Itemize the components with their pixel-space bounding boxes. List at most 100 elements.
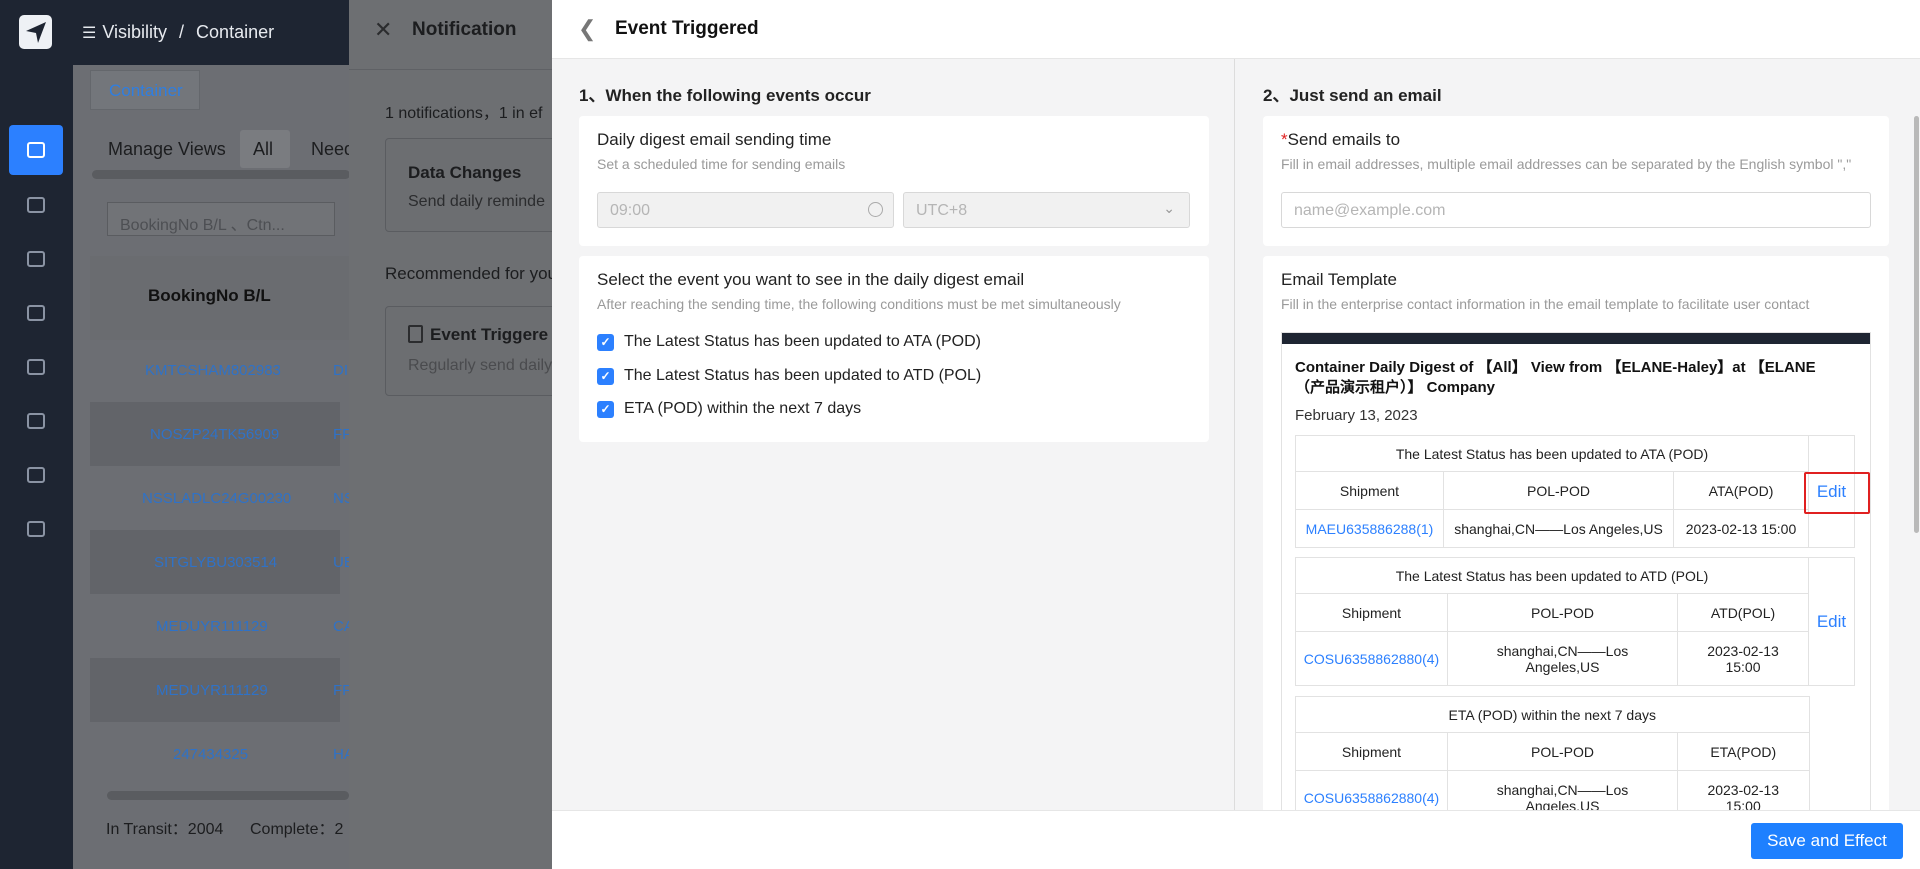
route-cell: shanghai,CN——Los Angeles,US bbox=[1443, 509, 1674, 548]
digest-heading-line2: （产品演示租户）】 Company bbox=[1295, 379, 1496, 396]
time-value: 09:00 bbox=[610, 202, 651, 219]
user-icon[interactable] bbox=[27, 467, 45, 483]
event-card-subtitle: After reaching the sending time, the fol… bbox=[597, 296, 1121, 312]
table-title: The Latest Status has been updated to AT… bbox=[1295, 557, 1809, 594]
shipment-link[interactable]: COSU6358862880(4) bbox=[1304, 790, 1439, 806]
sidebar-item-active[interactable] bbox=[9, 125, 63, 175]
event-card: Select the event you want to see in the … bbox=[579, 256, 1209, 442]
table-row[interactable]: NSSLADLC24G00230 NS bbox=[90, 466, 354, 530]
list-icon[interactable] bbox=[27, 251, 45, 267]
booking-link[interactable]: KMTCSHAM802983 bbox=[145, 362, 281, 379]
booking-link[interactable]: NOSZP24TK56909 bbox=[150, 426, 279, 443]
drawer-header: ❮ Event Triggered bbox=[552, 0, 1920, 59]
email-template-title: Email Template bbox=[1281, 270, 1397, 289]
column-header: ATA(POD) bbox=[1673, 471, 1809, 510]
column-header: POL-POD bbox=[1443, 471, 1674, 510]
send-to-subtitle: Fill in email addresses, multiple email … bbox=[1281, 156, 1852, 172]
document-icon[interactable] bbox=[27, 197, 45, 213]
event-checkbox-atd[interactable]: ✓ The Latest Status has been updated to A… bbox=[597, 367, 981, 385]
sidebar bbox=[0, 65, 73, 869]
document-icon bbox=[408, 325, 423, 343]
data-changes-card[interactable]: Data Changes Send daily reminde bbox=[385, 138, 565, 232]
tab-container[interactable]: Container bbox=[90, 70, 200, 110]
in-transit-count: In Transit：2004 bbox=[106, 821, 224, 838]
column-header: Shipment bbox=[1295, 471, 1444, 510]
save-and-effect-button[interactable]: Save and Effect bbox=[1751, 823, 1903, 859]
checkbox-label: ETA (POD) within the next 7 days bbox=[624, 400, 862, 417]
email-template-card: Email Template Fill in the enterprise co… bbox=[1263, 256, 1889, 842]
close-icon[interactable]: ✕ bbox=[374, 17, 392, 43]
column-header: POL-POD bbox=[1447, 593, 1678, 632]
booking-link[interactable]: NSSLADLC24G00230 bbox=[142, 490, 291, 507]
booking-link[interactable]: SITGLYBU303514 bbox=[154, 554, 277, 571]
edit-highlight-box bbox=[1804, 472, 1870, 514]
timezone-select[interactable]: UTC+8 ⌄ bbox=[903, 192, 1190, 228]
event-card-title: Select the event you want to see in the … bbox=[597, 270, 1025, 289]
digest-heading: Container Daily Digest of 【All】 View fro… bbox=[1295, 358, 1816, 398]
time-cell: 2023-02-13 15:00 bbox=[1677, 631, 1809, 686]
timezone-value: UTC+8 bbox=[916, 202, 968, 219]
package-icon[interactable] bbox=[27, 359, 45, 375]
table-row[interactable]: KMTCSHAM802983 DI bbox=[90, 338, 348, 402]
time-card-title: Daily digest email sending time bbox=[597, 130, 832, 149]
menu-list-icon[interactable]: ☰ bbox=[82, 23, 96, 43]
eta-table: ETA (POD) within the next 7 days Shipmen… bbox=[1295, 696, 1855, 825]
notification-separator bbox=[349, 69, 552, 70]
event-triggered-card[interactable]: Event Triggere Regularly send daily bbox=[385, 306, 565, 396]
grid-icon[interactable] bbox=[27, 413, 45, 429]
table-row[interactable]: NOSZP24TK56909 FF bbox=[90, 402, 351, 466]
email-preview-bar bbox=[1282, 333, 1870, 344]
horizontal-scrollbar-bottom[interactable] bbox=[107, 791, 349, 800]
table-row[interactable]: SITGLYBU303514 UE bbox=[90, 530, 354, 594]
team-icon[interactable] bbox=[27, 521, 45, 537]
event-checkbox-eta[interactable]: ✓ ETA (POD) within the next 7 days bbox=[597, 400, 861, 418]
table-row[interactable]: MEDUYR111129 CA bbox=[90, 594, 354, 658]
drawer-title: Event Triggered bbox=[615, 18, 759, 39]
table-row[interactable]: 247434325 HA bbox=[90, 722, 354, 786]
ship-icon bbox=[27, 142, 45, 158]
right-section-title: 2、Just send an email bbox=[1263, 86, 1442, 105]
edit-link[interactable]: Edit bbox=[1817, 612, 1846, 631]
card-title: Data Changes bbox=[408, 163, 522, 182]
time-card: Daily digest email sending time Set a sc… bbox=[579, 116, 1209, 246]
back-arrow-icon[interactable]: ❮ bbox=[578, 16, 596, 42]
column-header: Shipment bbox=[1295, 593, 1448, 632]
column-header: ATD(POL) bbox=[1677, 593, 1809, 632]
send-to-title: *Send emails to bbox=[1281, 130, 1400, 150]
table-row[interactable]: MEDUYR111129 FF bbox=[90, 658, 351, 722]
horizontal-scrollbar-top[interactable] bbox=[92, 170, 350, 179]
email-field[interactable]: name@example.com bbox=[1281, 192, 1871, 228]
email-preview: Container Daily Digest of 【All】 View fro… bbox=[1281, 332, 1871, 842]
event-checkbox-ata[interactable]: ✓ The Latest Status has been updated to A… bbox=[597, 333, 981, 351]
card-title: Event Triggere bbox=[430, 325, 549, 344]
digest-date: February 13, 2023 bbox=[1295, 407, 1418, 424]
manage-views-tab[interactable]: Manage Views bbox=[108, 139, 226, 160]
search-placeholder: BookingNo B/L 、Ctn... bbox=[120, 217, 285, 234]
time-picker[interactable]: 09:00 bbox=[597, 192, 894, 228]
checkbox-checked-icon: ✓ bbox=[597, 367, 614, 385]
digest-heading-line1: Container Daily Digest of 【All】 View fro… bbox=[1295, 359, 1816, 376]
table-edit-cell: Edit bbox=[1808, 557, 1855, 686]
complete-count: Complete：2 bbox=[250, 821, 344, 838]
left-section-title: 1、When the following events occur bbox=[579, 86, 871, 105]
vertical-scrollbar[interactable] bbox=[1914, 116, 1919, 533]
notification-panel: ✕ Notification bbox=[349, 0, 552, 869]
breadcrumb-root[interactable]: Visibility bbox=[102, 22, 167, 43]
search-input[interactable]: BookingNo B/L 、Ctn... bbox=[107, 202, 335, 236]
file-icon[interactable] bbox=[27, 305, 45, 321]
need-tab[interactable]: Need bbox=[311, 139, 354, 160]
checkbox-checked-icon: ✓ bbox=[597, 333, 614, 351]
chevron-down-icon: ⌄ bbox=[1163, 200, 1175, 216]
shipment-link[interactable]: MAEU635886288(1) bbox=[1306, 521, 1434, 537]
all-tab[interactable]: All bbox=[240, 130, 290, 168]
booking-link[interactable]: MEDUYR111129 bbox=[156, 618, 268, 635]
column-divider bbox=[1234, 59, 1235, 810]
column-header: POL-POD bbox=[1447, 732, 1678, 771]
shipment-link[interactable]: COSU6358862880(4) bbox=[1304, 651, 1439, 667]
checkbox-label: The Latest Status has been updated to AT… bbox=[624, 367, 982, 384]
booking-link[interactable]: MEDUYR111129 bbox=[156, 682, 268, 699]
route-cell: shanghai,CN——Los Angeles,US bbox=[1447, 631, 1678, 686]
app-logo-icon[interactable] bbox=[19, 15, 52, 49]
notification-title: Notification bbox=[412, 19, 517, 40]
booking-link[interactable]: 247434325 bbox=[173, 746, 248, 763]
